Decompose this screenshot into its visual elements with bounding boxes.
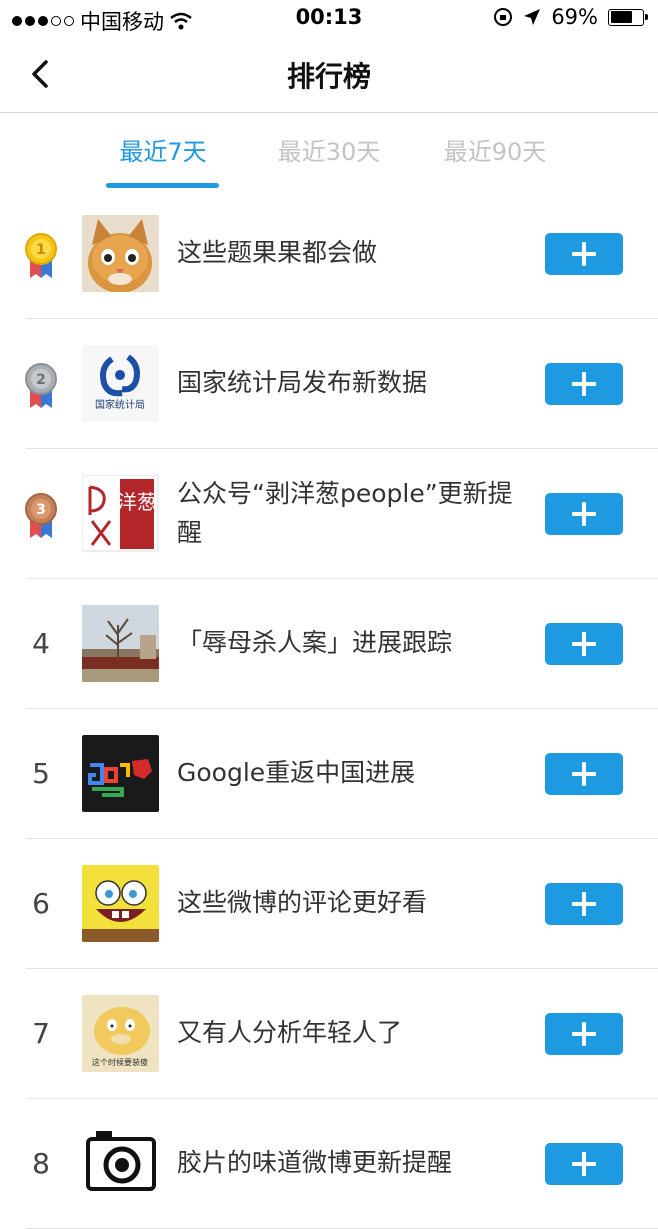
rank-number: 8 bbox=[32, 1147, 50, 1180]
ranking-list: 1 这些题果果都会做 2 国家统计局 国家统计局发布新数据 3 洋葱 公众号“剥… bbox=[0, 189, 658, 1229]
list-item[interactable]: 6 这些微博的评论更好看 bbox=[26, 839, 658, 969]
add-button[interactable] bbox=[545, 1013, 623, 1055]
page-title: 排行榜 bbox=[286, 60, 371, 93]
tab-30-days[interactable]: 最近30天 bbox=[244, 132, 414, 167]
add-button[interactable] bbox=[545, 623, 623, 665]
svg-text:国家统计局: 国家统计局 bbox=[95, 398, 145, 411]
svg-text:3: 3 bbox=[36, 502, 46, 518]
tab-bar: 最近7天 最近30天 最近90天 bbox=[0, 112, 658, 192]
item-title: 这些题果果都会做 bbox=[177, 238, 378, 268]
add-button[interactable] bbox=[545, 363, 623, 405]
rank-number: 5 bbox=[32, 757, 50, 790]
svg-text:2: 2 bbox=[36, 372, 46, 388]
add-button[interactable] bbox=[545, 493, 623, 535]
location-icon bbox=[524, 9, 541, 25]
item-title: 国家统计局发布新数据 bbox=[177, 368, 428, 398]
item-title: 这些微博的评论更好看 bbox=[177, 888, 428, 918]
svg-text:这个时候要装傻: 这个时候要装傻 bbox=[92, 1057, 148, 1067]
list-item[interactable]: 5 Google重返中国进展 bbox=[26, 709, 658, 839]
list-item[interactable]: 4 「辱母杀人案」进展跟踪 bbox=[26, 579, 658, 709]
add-button[interactable] bbox=[545, 753, 623, 795]
tab-7-days[interactable]: 最近7天 bbox=[78, 132, 248, 167]
bronze-medal-icon: 3 bbox=[25, 493, 57, 538]
list-item[interactable]: 3 洋葱 公众号“剥洋葱people”更新提醒 bbox=[25, 449, 658, 579]
svg-text:洋葱: 洋葱 bbox=[117, 490, 157, 514]
item-title: 「辱母杀人案」进展跟踪 bbox=[177, 628, 453, 658]
item-title: Google重返中国进展 bbox=[177, 758, 416, 788]
battery-fill bbox=[610, 11, 632, 23]
list-item[interactable]: 8 胶片的味道微博更新提醒 bbox=[26, 1099, 658, 1229]
battery-percent: 69% bbox=[551, 5, 598, 29]
psyduck-thumbnail: 这个时候要装傻 bbox=[82, 995, 159, 1072]
add-button[interactable] bbox=[545, 233, 623, 275]
rank-number: 7 bbox=[32, 1017, 50, 1050]
list-item[interactable]: 1 这些题果果都会做 bbox=[25, 189, 658, 319]
status-bar: 中国移动 00:13 69% bbox=[0, 0, 658, 38]
onion-people-logo: 洋葱 bbox=[82, 475, 159, 552]
svg-text:1: 1 bbox=[36, 242, 46, 258]
battery-icon bbox=[608, 8, 648, 26]
cat-thumbnail bbox=[82, 215, 159, 292]
item-title: 又有人分析年轻人了 bbox=[177, 1018, 403, 1048]
building-thumbnail bbox=[82, 605, 159, 682]
google-china-thumbnail bbox=[82, 735, 159, 812]
rank-number: 6 bbox=[32, 887, 50, 920]
status-right: 69% bbox=[493, 5, 648, 29]
tab-indicator bbox=[106, 183, 219, 188]
list-item[interactable]: 2 国家统计局 国家统计局发布新数据 bbox=[25, 319, 658, 449]
item-title: 公众号“剥洋葱people”更新提醒 bbox=[177, 478, 513, 547]
stats-bureau-logo: 国家统计局 bbox=[82, 345, 159, 422]
silver-medal-icon: 2 bbox=[25, 363, 57, 408]
add-button[interactable] bbox=[545, 1143, 623, 1185]
item-title: 胶片的味道微博更新提醒 bbox=[177, 1148, 453, 1178]
nav-bar: 排行榜 bbox=[0, 38, 658, 113]
add-button[interactable] bbox=[545, 883, 623, 925]
orientation-lock-icon bbox=[494, 8, 513, 26]
rank-number: 4 bbox=[32, 627, 50, 660]
tab-90-days[interactable]: 最近90天 bbox=[410, 132, 580, 167]
camera-thumbnail bbox=[82, 1125, 159, 1202]
gold-medal-icon: 1 bbox=[25, 233, 57, 278]
list-item[interactable]: 7 这个时候要装傻 又有人分析年轻人了 bbox=[26, 969, 658, 1099]
spongebob-thumbnail bbox=[82, 865, 159, 942]
